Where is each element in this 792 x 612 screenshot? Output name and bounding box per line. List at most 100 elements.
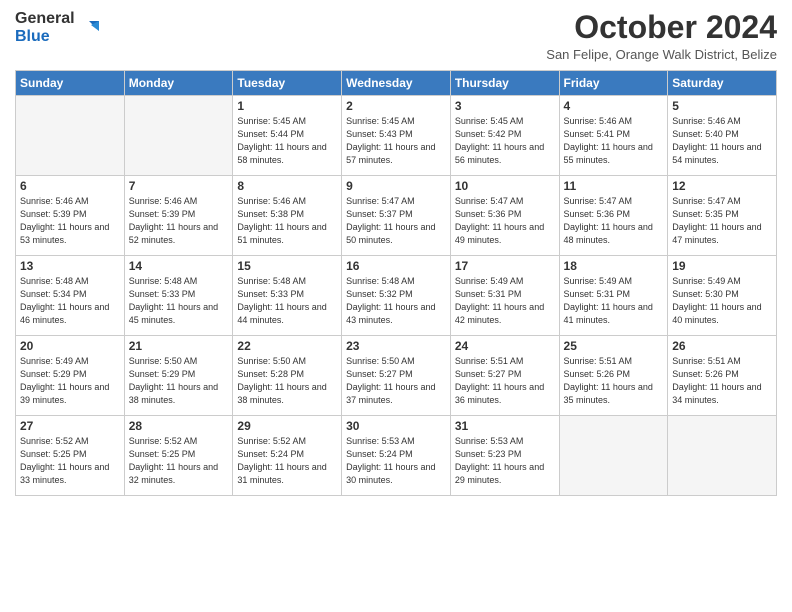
day-number: 22 (237, 339, 337, 353)
day-cell: 3 Sunrise: 5:45 AM Sunset: 5:42 PM Daylig… (450, 96, 559, 176)
day-cell: 24 Sunrise: 5:51 AM Sunset: 5:27 PM Dayli… (450, 336, 559, 416)
day-cell: 12 Sunrise: 5:47 AM Sunset: 5:35 PM Dayli… (668, 176, 777, 256)
day-info: Sunrise: 5:48 AM Sunset: 5:33 PM Dayligh… (237, 275, 337, 327)
logo: General Blue (15, 10, 99, 45)
day-cell: 13 Sunrise: 5:48 AM Sunset: 5:34 PM Dayli… (16, 256, 125, 336)
day-number: 10 (455, 179, 555, 193)
day-number: 24 (455, 339, 555, 353)
day-cell: 14 Sunrise: 5:48 AM Sunset: 5:33 PM Dayli… (124, 256, 233, 336)
day-info: Sunrise: 5:47 AM Sunset: 5:36 PM Dayligh… (564, 195, 664, 247)
day-info: Sunrise: 5:50 AM Sunset: 5:29 PM Dayligh… (129, 355, 229, 407)
day-cell: 6Sunrise: 5:46 AM Sunset: 5:39 PM Daylig… (16, 176, 125, 256)
day-number: 13 (20, 259, 120, 273)
page: General Blue October 2024 San Felipe, Or… (0, 0, 792, 612)
day-info: Sunrise: 5:49 AM Sunset: 5:30 PM Dayligh… (672, 275, 772, 327)
day-cell: 4 Sunrise: 5:46 AM Sunset: 5:41 PM Daylig… (559, 96, 668, 176)
day-number: 17 (455, 259, 555, 273)
day-info: Sunrise: 5:45 AM Sunset: 5:42 PM Dayligh… (455, 115, 555, 167)
day-number: 21 (129, 339, 229, 353)
day-info: Sunrise: 5:48 AM Sunset: 5:32 PM Dayligh… (346, 275, 446, 327)
day-info: Sunrise: 5:51 AM Sunset: 5:26 PM Dayligh… (672, 355, 772, 407)
day-number: 11 (564, 179, 664, 193)
day-cell: 11 Sunrise: 5:47 AM Sunset: 5:36 PM Dayli… (559, 176, 668, 256)
day-number: 28 (129, 419, 229, 433)
day-number: 25 (564, 339, 664, 353)
day-number: 29 (237, 419, 337, 433)
day-info: Sunrise: 5:47 AM Sunset: 5:36 PM Dayligh… (455, 195, 555, 247)
header-row: SundayMondayTuesdayWednesdayThursdayFrid… (16, 71, 777, 96)
day-number: 18 (564, 259, 664, 273)
day-info: Sunrise: 5:45 AM Sunset: 5:44 PM Dayligh… (237, 115, 337, 167)
day-number: 19 (672, 259, 772, 273)
week-row-3: 13 Sunrise: 5:48 AM Sunset: 5:34 PM Dayli… (16, 256, 777, 336)
day-cell (559, 416, 668, 496)
day-cell (124, 96, 233, 176)
day-cell: 8Sunrise: 5:46 AM Sunset: 5:38 PM Daylig… (233, 176, 342, 256)
day-cell: 7 Sunrise: 5:46 AM Sunset: 5:39 PM Daylig… (124, 176, 233, 256)
col-header-monday: Monday (124, 71, 233, 96)
day-number: 9 (346, 179, 446, 193)
day-info: Sunrise: 5:51 AM Sunset: 5:27 PM Dayligh… (455, 355, 555, 407)
day-cell: 25 Sunrise: 5:51 AM Sunset: 5:26 PM Dayli… (559, 336, 668, 416)
day-info: Sunrise: 5:46 AM Sunset: 5:40 PM Dayligh… (672, 115, 772, 167)
day-number: 15 (237, 259, 337, 273)
day-cell: 1 Sunrise: 5:45 AM Sunset: 5:44 PM Daylig… (233, 96, 342, 176)
col-header-thursday: Thursday (450, 71, 559, 96)
day-number: 5 (672, 99, 772, 113)
day-cell: 22Sunrise: 5:50 AM Sunset: 5:28 PM Dayli… (233, 336, 342, 416)
day-info: Sunrise: 5:46 AM Sunset: 5:39 PM Dayligh… (129, 195, 229, 247)
subtitle: San Felipe, Orange Walk District, Belize (546, 47, 777, 62)
day-info: Sunrise: 5:49 AM Sunset: 5:31 PM Dayligh… (455, 275, 555, 327)
day-number: 3 (455, 99, 555, 113)
col-header-wednesday: Wednesday (342, 71, 451, 96)
day-info: Sunrise: 5:48 AM Sunset: 5:33 PM Dayligh… (129, 275, 229, 327)
title-block: October 2024 San Felipe, Orange Walk Dis… (546, 10, 777, 62)
day-cell: 23Sunrise: 5:50 AM Sunset: 5:27 PM Dayli… (342, 336, 451, 416)
day-cell: 18 Sunrise: 5:49 AM Sunset: 5:31 PM Dayli… (559, 256, 668, 336)
day-cell: 15 Sunrise: 5:48 AM Sunset: 5:33 PM Dayli… (233, 256, 342, 336)
day-cell: 16 Sunrise: 5:48 AM Sunset: 5:32 PM Dayli… (342, 256, 451, 336)
day-number: 20 (20, 339, 120, 353)
day-info: Sunrise: 5:46 AM Sunset: 5:41 PM Dayligh… (564, 115, 664, 167)
day-number: 1 (237, 99, 337, 113)
logo-bird-icon (77, 17, 99, 39)
day-number: 16 (346, 259, 446, 273)
day-number: 12 (672, 179, 772, 193)
day-info: Sunrise: 5:49 AM Sunset: 5:31 PM Dayligh… (564, 275, 664, 327)
day-number: 31 (455, 419, 555, 433)
day-info: Sunrise: 5:53 AM Sunset: 5:24 PM Dayligh… (346, 435, 446, 487)
day-number: 23 (346, 339, 446, 353)
day-info: Sunrise: 5:52 AM Sunset: 5:24 PM Dayligh… (237, 435, 337, 487)
day-cell: 26 Sunrise: 5:51 AM Sunset: 5:26 PM Dayli… (668, 336, 777, 416)
day-cell: 10 Sunrise: 5:47 AM Sunset: 5:36 PM Dayli… (450, 176, 559, 256)
day-number: 26 (672, 339, 772, 353)
day-number: 4 (564, 99, 664, 113)
week-row-5: 27Sunrise: 5:52 AM Sunset: 5:25 PM Dayli… (16, 416, 777, 496)
day-info: Sunrise: 5:49 AM Sunset: 5:29 PM Dayligh… (20, 355, 120, 407)
day-cell: 2Sunrise: 5:45 AM Sunset: 5:43 PM Daylig… (342, 96, 451, 176)
day-cell: 28 Sunrise: 5:52 AM Sunset: 5:25 PM Dayli… (124, 416, 233, 496)
day-info: Sunrise: 5:48 AM Sunset: 5:34 PM Dayligh… (20, 275, 120, 327)
col-header-sunday: Sunday (16, 71, 125, 96)
day-number: 14 (129, 259, 229, 273)
day-info: Sunrise: 5:52 AM Sunset: 5:25 PM Dayligh… (129, 435, 229, 487)
day-cell: 5 Sunrise: 5:46 AM Sunset: 5:40 PM Daylig… (668, 96, 777, 176)
col-header-tuesday: Tuesday (233, 71, 342, 96)
week-row-2: 6Sunrise: 5:46 AM Sunset: 5:39 PM Daylig… (16, 176, 777, 256)
day-info: Sunrise: 5:51 AM Sunset: 5:26 PM Dayligh… (564, 355, 664, 407)
month-title: October 2024 (546, 10, 777, 45)
day-cell (668, 416, 777, 496)
day-number: 7 (129, 179, 229, 193)
day-cell: 21 Sunrise: 5:50 AM Sunset: 5:29 PM Dayli… (124, 336, 233, 416)
day-cell: 19 Sunrise: 5:49 AM Sunset: 5:30 PM Dayli… (668, 256, 777, 336)
day-cell: 17 Sunrise: 5:49 AM Sunset: 5:31 PM Dayli… (450, 256, 559, 336)
day-cell: 9Sunrise: 5:47 AM Sunset: 5:37 PM Daylig… (342, 176, 451, 256)
day-info: Sunrise: 5:46 AM Sunset: 5:39 PM Dayligh… (20, 195, 120, 247)
col-header-saturday: Saturday (668, 71, 777, 96)
logo-line1: General (15, 10, 75, 28)
day-cell: 31Sunrise: 5:53 AM Sunset: 5:23 PM Dayli… (450, 416, 559, 496)
week-row-1: 1 Sunrise: 5:45 AM Sunset: 5:44 PM Daylig… (16, 96, 777, 176)
day-info: Sunrise: 5:47 AM Sunset: 5:35 PM Dayligh… (672, 195, 772, 247)
day-info: Sunrise: 5:45 AM Sunset: 5:43 PM Dayligh… (346, 115, 446, 167)
day-cell: 20 Sunrise: 5:49 AM Sunset: 5:29 PM Dayli… (16, 336, 125, 416)
